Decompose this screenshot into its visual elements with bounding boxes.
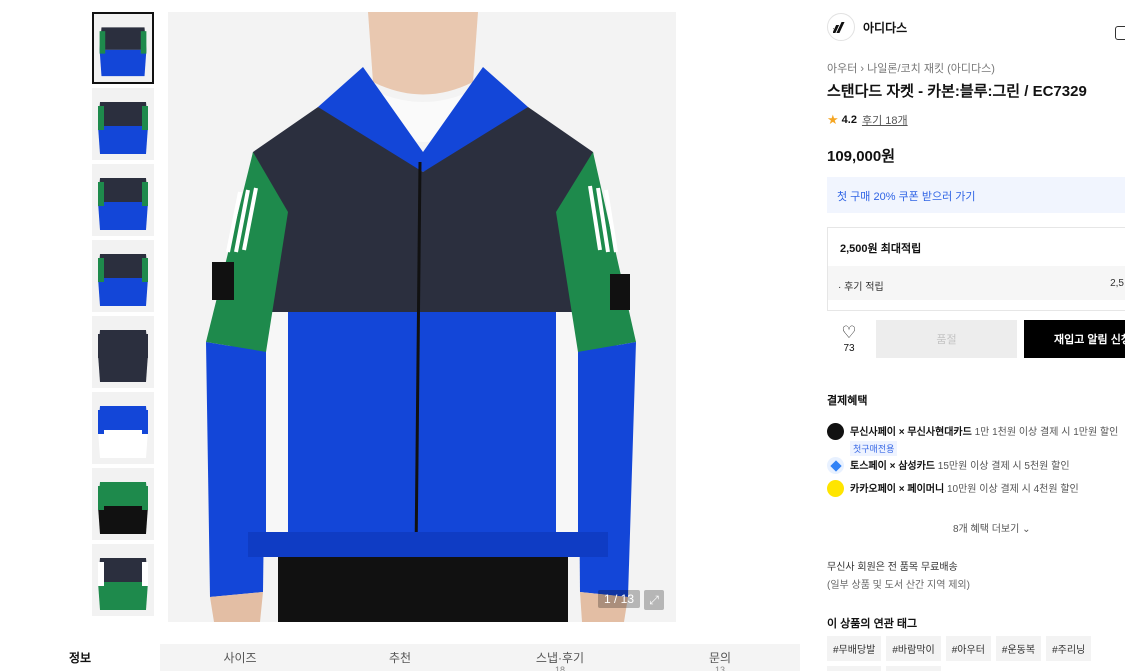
thumbnail-list <box>92 12 154 620</box>
tab-2[interactable]: 추천 <box>320 644 480 671</box>
tag-chip[interactable]: #아우터 <box>945 636 991 661</box>
benefit-brand: 카카오페이 × 페이머니 <box>850 484 945 495</box>
tag-chip[interactable]: #주리닝 <box>1046 636 1092 661</box>
benefit-toss: 토스페이 × 삼성카드 15만원 이상 결제 시 5천원 할인 <box>827 457 1070 474</box>
tab-1[interactable]: 사이즈 <box>160 644 320 671</box>
rating-score: 4.2 <box>841 114 857 126</box>
main-product-image[interactable]: 1 / 13 ⤢ <box>168 12 676 622</box>
benefits-title: 결제혜택 <box>827 395 868 407</box>
rating[interactable]: ★ 4.2 후기 18개 <box>827 112 908 128</box>
related-tags: #무배당발#바람막이#아우터#운동복#주리닝 #트랙수트 #트랙자켓 <box>827 636 1125 671</box>
benefit-desc: 15만원 이상 결제 시 5천원 할인 <box>935 461 1070 472</box>
points-title: 2,500원 최대적립 <box>840 243 922 255</box>
points-row-value: 2,5 <box>1110 278 1124 289</box>
tab-label: 문의 <box>708 651 732 665</box>
more-benefits-link[interactable]: 8개 혜택 더보기 ⌄ <box>953 520 1030 535</box>
tab-count: 18 <box>554 665 565 671</box>
thumbnail-image <box>92 392 154 464</box>
review-count-link[interactable]: 후기 18개 <box>862 112 908 128</box>
like-button[interactable]: ♡ 73 <box>827 324 871 354</box>
brand-row[interactable]: 아디다스 <box>815 12 1125 42</box>
product-thumbnail[interactable] <box>92 240 154 312</box>
related-tags-title: 이 상품의 연관 태그 <box>827 618 918 630</box>
image-counter: 1 / 13 <box>597 590 640 608</box>
thumbnail-image <box>92 240 154 312</box>
free-shipping-note: (일부 상품 및 도서 산간 지역 제외) <box>827 580 970 591</box>
benefit-kakao: 카카오페이 × 페이머니 10만원 이상 결제 시 4천원 할인 <box>827 480 1079 497</box>
first-purchase-badge: 첫구매전용 <box>850 441 898 456</box>
thumbnail-image <box>92 468 154 540</box>
share-icon[interactable] <box>1115 26 1125 40</box>
tab-3[interactable]: 스냅·후기 18 <box>480 644 640 671</box>
benefit-desc: 10만원 이상 결제 시 4천원 할인 <box>944 484 1079 495</box>
toss-pay-icon <box>827 457 844 474</box>
breadcrumb[interactable]: 아우터 › 나일론/코치 재킷 (아디다스) <box>827 60 995 76</box>
product-title: 스탠다드 자켓 - 카본:블루:그린 / EC7329 <box>827 83 1087 100</box>
thumbnail-image <box>92 316 154 388</box>
product-thumbnail[interactable] <box>92 316 154 388</box>
thumbnail-image <box>94 14 152 82</box>
thumbnail-image <box>92 544 154 616</box>
tab-label: 사이즈 <box>223 651 257 665</box>
star-icon: ★ <box>827 112 839 127</box>
tab-label: 정보 <box>68 651 92 665</box>
product-info-panel: 아디다스 아우터 › 나일론/코치 재킷 (아디다스) 스탠다드 자켓 - 카본… <box>815 12 1125 671</box>
product-thumbnail[interactable] <box>92 12 154 84</box>
tag-chip[interactable]: #바람막이 <box>886 636 941 661</box>
thumbnail-image <box>92 164 154 236</box>
product-thumbnail[interactable] <box>92 164 154 236</box>
coupon-banner[interactable]: 첫 구매 20% 쿠폰 받으러 가기 <box>827 177 1125 213</box>
thumbnail-image <box>92 88 154 160</box>
musinsa-pay-icon <box>827 423 844 440</box>
benefit-musinsa: 무신사페이 × 무신사현대카드 1만 1천원 이상 결제 시 1만원 할인 첫구… <box>827 423 1118 456</box>
product-thumbnail[interactable] <box>92 468 154 540</box>
heart-icon: ♡ <box>841 323 857 342</box>
purchase-actions: ♡ 73 품절 재입고 알림 신청 <box>827 320 1125 358</box>
points-box: 2,500원 최대적립 · 후기 적립 2,5 <box>827 227 1125 311</box>
tag-chip[interactable]: #트랙자켓 <box>886 666 941 671</box>
adidas-logo-icon <box>827 13 855 41</box>
benefit-desc: 1만 1천원 이상 결제 시 1만원 할인 <box>971 427 1119 438</box>
tag-chip[interactable]: #무배당발 <box>827 636 882 661</box>
tag-chip[interactable]: #운동복 <box>995 636 1042 661</box>
soldout-button[interactable]: 품절 <box>876 320 1017 358</box>
product-thumbnail[interactable] <box>92 544 154 616</box>
tag-chip[interactable]: #트랙수트 <box>827 666 882 671</box>
tab-0[interactable]: 정보 <box>0 644 160 671</box>
expand-icon[interactable]: ⤢ <box>644 590 664 610</box>
price: 109,000원 <box>827 148 896 165</box>
product-thumbnail[interactable] <box>92 392 154 464</box>
tab-label: 추천 <box>388 651 412 665</box>
tab-label: 스냅·후기 <box>535 651 585 665</box>
free-shipping-text: 무신사 회원은 전 품목 무료배송 <box>827 562 958 573</box>
points-row: · 후기 적립 2,5 <box>828 266 1125 300</box>
like-count: 73 <box>843 343 855 354</box>
tab-count: 13 <box>714 665 725 671</box>
brand-name: 아디다스 <box>863 20 908 35</box>
restock-alert-button[interactable]: 재입고 알림 신청 <box>1024 320 1125 358</box>
tab-4[interactable]: 문의 13 <box>640 644 800 671</box>
jacket-illustration <box>168 12 676 622</box>
points-row-label: · 후기 적립 <box>838 282 884 293</box>
benefit-brand: 무신사페이 × 무신사현대카드 <box>850 427 972 438</box>
kakao-pay-icon <box>827 480 844 497</box>
product-thumbnail[interactable] <box>92 88 154 160</box>
benefit-brand: 토스페이 × 삼성카드 <box>850 461 935 472</box>
product-tabs: 정보 사이즈 추천 스냅·후기 18 문의 13 <box>0 644 800 671</box>
